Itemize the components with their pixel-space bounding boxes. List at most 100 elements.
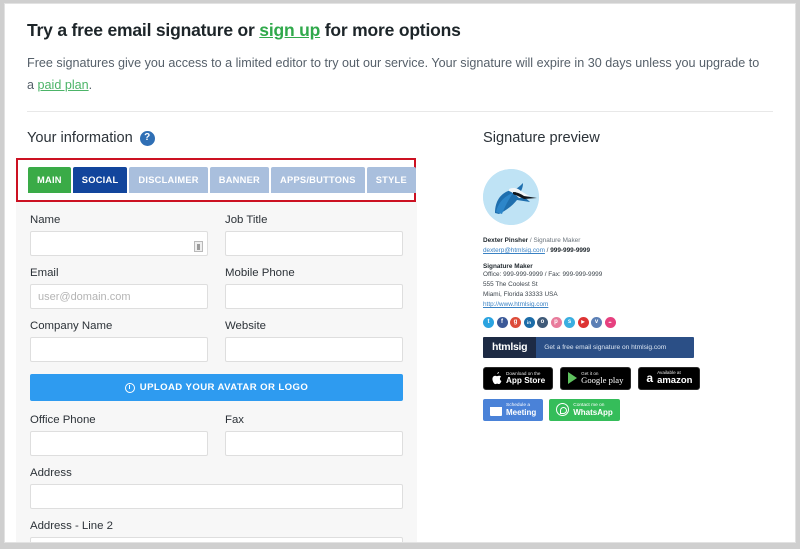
website-input[interactable] [225, 337, 403, 363]
youtube-icon[interactable]: ▶ [577, 316, 589, 328]
tab-social[interactable]: SOCIAL [72, 167, 128, 194]
signature-mobile: 999-999-9999 [550, 247, 591, 255]
email-field-group: Email [30, 267, 208, 310]
amazon-a-icon: a [646, 371, 654, 386]
email-input[interactable] [30, 284, 208, 310]
tab-banner[interactable]: BANNER [209, 167, 270, 194]
tab-apps-buttons[interactable]: APPS/BUTTONS [271, 167, 365, 194]
whatsapp-icon [556, 403, 570, 417]
upload-circle-icon [124, 382, 135, 393]
page-title: Try a free email signature or sign up fo… [27, 20, 773, 41]
resize-grip-icon[interactable] [194, 241, 203, 253]
whatsapp-main: WhatsApp [573, 408, 613, 417]
job-title-input[interactable] [225, 231, 403, 257]
googleplus-icon[interactable]: g [510, 316, 521, 328]
form-row-company: Company Name Website [30, 320, 403, 373]
your-information-heading: Your information ? [27, 130, 417, 146]
job-title-field-group: Job Title [225, 214, 403, 257]
tab-style[interactable]: STYLE [366, 167, 416, 194]
editor-tabs: MAIN SOCIAL DISCLAIMER BANNER APPS/BUTTO… [28, 167, 416, 194]
signature-address-line1: 555 The Coolest St [483, 280, 538, 288]
fax-label: Fax [225, 414, 244, 427]
paid-plan-link[interactable]: paid plan [38, 78, 89, 92]
form-row-email: Email Mobile Phone [30, 267, 403, 320]
tab-main[interactable]: MAIN [28, 167, 71, 194]
name-input[interactable] [30, 231, 208, 257]
sign-up-link[interactable]: sign up [259, 20, 320, 40]
form-row-office-phone: Office Phone Fax [30, 414, 403, 467]
signature-email-link[interactable]: dexterp@htmlsig.com [483, 247, 545, 254]
job-title-label: Job Title [225, 214, 268, 227]
form-column: Your information ? MAIN SOCIAL DISCLAIME… [5, 112, 417, 542]
mobile-phone-input[interactable] [225, 284, 403, 310]
signature-preview-body: Dexter Pinsher / Signature Maker dexterp… [483, 169, 795, 421]
app-store-badge[interactable]: Download on the App Store [483, 366, 554, 390]
htmlsig-logo: htmlsig [483, 336, 537, 358]
apple-icon [492, 371, 502, 385]
main-tab-form-panel: Name Job Title Email Mobile [16, 202, 417, 542]
mobile-phone-label: Mobile Phone [225, 267, 295, 280]
amazon-badge[interactable]: a Available at amazon [638, 366, 701, 390]
address-line2-field-group: Address - Line 2 [30, 520, 403, 542]
website-field-group: Website [225, 320, 403, 363]
calendar-icon [490, 403, 502, 416]
name-field-group: Name [30, 214, 208, 257]
page-subtitle: Free signatures give you access to a lim… [27, 53, 767, 96]
office-phone-field-group: Office Phone [30, 414, 208, 457]
twitter-icon[interactable]: t [483, 316, 494, 328]
company-name-field-group: Company Name [30, 320, 208, 363]
address-input[interactable] [30, 484, 403, 510]
app-store-badges-row: Download on the App Store Get it on Goog… [483, 366, 795, 390]
google-play-badge[interactable]: Get it on Google play [560, 366, 632, 390]
signature-name-line: Dexter Pinsher / Signature Maker [483, 236, 795, 246]
whatsapp-button[interactable]: Contact me on WhatsApp [549, 398, 620, 421]
instagram-icon[interactable]: o [537, 316, 548, 328]
upload-avatar-button[interactable]: UPLOAD YOUR AVATAR OR LOGO [30, 374, 403, 402]
office-phone-input[interactable] [30, 431, 208, 457]
google-play-main: Google play [581, 375, 624, 386]
question-mark-icon[interactable]: ? [139, 130, 155, 146]
address-field-group: Address [30, 467, 403, 510]
company-name-input[interactable] [30, 337, 208, 363]
signature-company: Signature Maker [483, 262, 533, 270]
signature-name: Dexter Pinsher [483, 237, 529, 245]
vimeo-icon[interactable]: v [591, 316, 602, 328]
schedule-meeting-main: Meeting [506, 408, 537, 417]
preview-column: Signature preview Dexter Pinsher / Signa [417, 112, 795, 542]
office-phone-label: Office Phone [30, 414, 96, 427]
address-label: Address [30, 467, 72, 480]
company-name-label: Company Name [30, 320, 113, 333]
flickr-icon[interactable]: •• [604, 316, 616, 328]
content-columns: Your information ? MAIN SOCIAL DISCLAIME… [5, 112, 795, 542]
page-title-text-2: for more options [320, 20, 461, 40]
website-label: Website [225, 320, 266, 333]
blue-jay-bird-avatar [483, 169, 539, 226]
signature-text-block: Dexter Pinsher / Signature Maker dexterp… [483, 236, 795, 310]
htmlsig-promo-banner[interactable]: htmlsig Get a free email signature on ht… [483, 336, 694, 358]
upload-avatar-button-label: UPLOAD YOUR AVATAR OR LOGO [139, 382, 309, 394]
skype-icon[interactable]: s [564, 316, 575, 328]
name-label: Name [30, 214, 61, 227]
mobile-phone-field-group: Mobile Phone [225, 267, 403, 310]
signature-address-line2: Miami, Florida 33333 USA [483, 290, 558, 298]
tab-disclaimer[interactable]: DISCLAIMER [129, 167, 208, 194]
facebook-icon[interactable]: f [496, 316, 508, 328]
email-label: Email [30, 267, 59, 280]
schedule-meeting-button[interactable]: Schedule a Meeting [483, 398, 544, 421]
address-line2-label: Address - Line 2 [30, 520, 113, 533]
action-buttons-row: Schedule a Meeting Contact me on WhatsAp… [483, 398, 795, 421]
form-row-name: Name Job Title [30, 214, 403, 267]
play-triangle-icon [568, 372, 578, 385]
signature-contact-line: dexterp@htmlsig.com / 999-999-9999 [483, 246, 795, 256]
linkedin-icon[interactable]: in [523, 316, 535, 328]
page-title-text-1: Try a free email signature or [27, 20, 260, 40]
signature-website-link[interactable]: http://www.htmlsig.com [483, 301, 548, 308]
pinterest-icon[interactable]: p [550, 316, 562, 328]
page-container: Try a free email signature or sign up fo… [4, 3, 796, 543]
page-subtitle-text-1: Free signatures give you access to a lim… [27, 56, 760, 92]
htmlsig-banner-text: Get a free email signature on htmlsig.co… [536, 336, 694, 358]
social-icons-row: t f g in o p s ▶ v •• [483, 316, 795, 328]
signature-role: Signature Maker [533, 237, 581, 245]
fax-input[interactable] [225, 431, 403, 457]
address-line2-input[interactable] [30, 537, 403, 542]
